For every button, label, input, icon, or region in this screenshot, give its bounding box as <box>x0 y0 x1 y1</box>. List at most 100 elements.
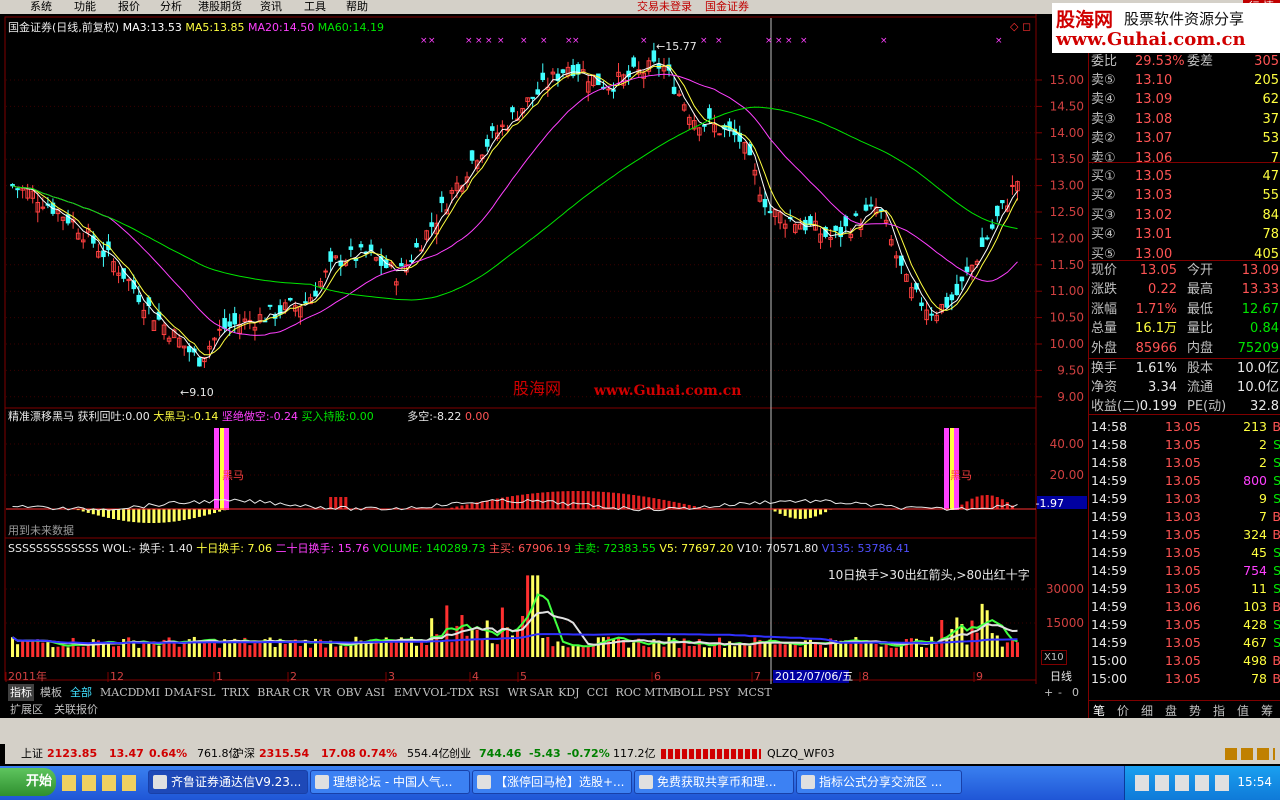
quote-tab-2[interactable]: 细 <box>1141 702 1153 719</box>
signal-marker: × <box>520 36 528 46</box>
candle-body <box>540 72 546 81</box>
quote-tab-3[interactable]: 盘 <box>1165 702 1177 719</box>
taskbar-item-forum[interactable]: 理想论坛 - 中国人气... <box>310 770 470 794</box>
x-axis-label: 9 <box>976 670 983 683</box>
tab-indicator-trix[interactable]: TRIX <box>222 684 250 701</box>
menu-item-tools[interactable]: 工具 <box>304 0 326 14</box>
stat-value: 10.0亿 <box>1237 361 1279 376</box>
menu-item-system[interactable]: 系统 <box>30 0 52 14</box>
tab-indicator-psy[interactable]: PSY <box>709 684 731 701</box>
start-button[interactable]: 开始 <box>0 768 56 796</box>
quicklaunch-icons[interactable] <box>62 775 138 791</box>
quote-tab-5[interactable]: 指 <box>1213 702 1225 719</box>
bid-row: 买③ 13.02 84 <box>1089 206 1280 225</box>
signal-marker: × <box>880 36 888 46</box>
indicator1-header: 精准漂移黑马 获利回吐:0.00 大黑马:-0.14 坚绝做空:-0.24 买入… <box>8 410 489 423</box>
tab-indicator-obv[interactable]: OBV <box>337 684 362 701</box>
taskbar-item-coins[interactable]: 免费获取共享币和理... <box>634 770 794 794</box>
tab-indicator-asi[interactable]: ASI <box>365 684 385 701</box>
tab-extension-area[interactable]: 扩展区 <box>10 701 43 718</box>
zoom-control[interactable]: - <box>1058 684 1062 701</box>
menu-item-function[interactable]: 功能 <box>74 0 96 14</box>
quote-tab-0[interactable]: 笔 <box>1093 702 1105 719</box>
tick-row: 14:58 13.05 213 B <box>1089 418 1280 436</box>
candle-body <box>853 213 859 216</box>
tick-time: 15:00 <box>1091 671 1128 686</box>
menu-item-news[interactable]: 资讯 <box>260 0 282 14</box>
tab-related-quotes[interactable]: 关联报价 <box>54 701 98 718</box>
tick-side: S <box>1273 635 1280 650</box>
tab-indicator-mcst[interactable]: MCST <box>737 684 772 701</box>
tray-clock: 15:54 <box>1237 775 1272 789</box>
price-tick-label: 10.50 <box>1050 311 1084 325</box>
tick-price: 13.05 <box>1165 527 1201 542</box>
stat-value: 1.71% <box>1135 301 1177 317</box>
ask-row: 卖③ 13.08 37 <box>1089 110 1280 129</box>
menu-item-analysis[interactable]: 分析 <box>160 0 182 14</box>
tab-indicator-mtm[interactable]: MTM <box>644 684 674 701</box>
stat-label: 换手 <box>1091 361 1118 376</box>
candle-body <box>414 242 419 248</box>
volume-ma-line <box>11 633 1018 645</box>
tab-indicator-dmi[interactable]: DMI <box>136 684 160 701</box>
tab-template[interactable]: 模板 <box>40 684 62 701</box>
quote-tab-6[interactable]: 值 <box>1237 702 1249 719</box>
tab-indicator-vol-tdx[interactable]: VOL-TDX <box>423 684 474 701</box>
zoom-control[interactable]: 0 <box>1072 684 1079 701</box>
tick-time: 14:58 <box>1091 419 1128 434</box>
signal-marker: × <box>572 36 580 46</box>
sz-index-label: 沪深 <box>233 747 255 760</box>
menu-item-quote[interactable]: 报价 <box>118 0 140 14</box>
tab-indicator-brar[interactable]: BRAR <box>257 684 290 701</box>
zoom-control[interactable]: + <box>1044 684 1053 701</box>
tab-indicator-roc[interactable]: ROC <box>616 684 642 701</box>
start-label: 开始 <box>26 774 53 789</box>
tab-indicator-dma[interactable]: DMA <box>164 684 192 701</box>
candle-body <box>323 270 328 273</box>
tab-indicator-macd[interactable]: MACD <box>100 684 136 701</box>
x-axis-label: 4 <box>472 670 479 683</box>
taskbar-item-tdx[interactable]: 齐鲁证券通达信V9.23... <box>148 770 308 794</box>
kline-chart-area[interactable]: 黑马 黑马 15.00 14.50 14.00 13.50 13.00 12.50 12.00… <box>0 14 1088 718</box>
quote-tab-7[interactable]: 筹 <box>1261 702 1273 719</box>
kline-chart-canvas[interactable]: 黑马 黑马 15.00 14.50 14.00 13.50 13.00 12.50 12.00… <box>0 14 1088 718</box>
menu-item-hk-futures[interactable]: 港股期货 <box>198 0 242 14</box>
indicator2-value: WOL:- 换手: 1.40 <box>102 542 193 555</box>
tick-row: 14:59 13.03 9 S <box>1089 490 1280 508</box>
tab-indicator-boll[interactable]: BOLL <box>673 684 705 701</box>
tick-volume: 9 <box>1259 491 1267 506</box>
quote-tab-1[interactable]: 价 <box>1117 702 1129 719</box>
tab-indicator-rsi[interactable]: RSI <box>479 684 499 701</box>
quote-tab-4[interactable]: 势 <box>1189 702 1201 719</box>
tick-side: B <box>1272 419 1280 434</box>
candle-body <box>762 198 768 208</box>
taskbar-item-stock-picker[interactable]: 【涨停回马枪】选股+... <box>472 770 632 794</box>
tab-indicator-sar[interactable]: SAR <box>529 684 553 701</box>
tick-price: 13.05 <box>1165 437 1201 452</box>
tab-indicator-vr[interactable]: VR <box>315 684 331 701</box>
indicator1-legend: 获利回吐:0.00 大黑马:-0.14 坚绝做空:-0.24 买入持股:0.00… <box>78 410 490 423</box>
ma-legend-value: 14.50 <box>282 21 315 34</box>
taskbar-item-formula[interactable]: 指标公式分享交流区 ... <box>796 770 962 794</box>
tab-indicator-cr[interactable]: CR <box>293 684 310 701</box>
tab-indicator-fsl[interactable]: FSL <box>193 684 215 701</box>
bid-price: 13.02 <box>1135 207 1173 223</box>
candle-body <box>288 297 293 301</box>
status-bar: 上证 2123.85 13.47 0.64% 761.8亿 沪深 2315.54… <box>5 744 1280 764</box>
ratio-value: 29.53% <box>1135 54 1185 69</box>
tab-indicator[interactable]: 指标 <box>8 684 34 701</box>
tab-indicator-wr[interactable]: WR <box>508 684 528 701</box>
cy-index-change: -5.43 <box>529 747 561 760</box>
tab-indicator-kdj[interactable]: KDJ <box>558 684 579 701</box>
tray-icons[interactable] <box>1135 775 1235 791</box>
stat-label: 现价 <box>1091 263 1118 278</box>
menu-item-help[interactable]: 帮助 <box>346 0 368 14</box>
indicator-panel-2[interactable] <box>11 575 1019 657</box>
tab-indicator-emv[interactable]: EMV <box>394 684 421 701</box>
indicator2-value: V5: 77697.20 <box>655 542 734 555</box>
trade-login-notice[interactable]: 交易未登录 <box>637 0 692 14</box>
extension-bar: 扩展区 关联报价 <box>0 701 1088 718</box>
tab-all[interactable]: 全部 <box>70 684 92 701</box>
indicator-panel-1[interactable]: 黑马 黑马 <box>6 428 1036 523</box>
tab-indicator-cci[interactable]: CCI <box>587 684 608 701</box>
